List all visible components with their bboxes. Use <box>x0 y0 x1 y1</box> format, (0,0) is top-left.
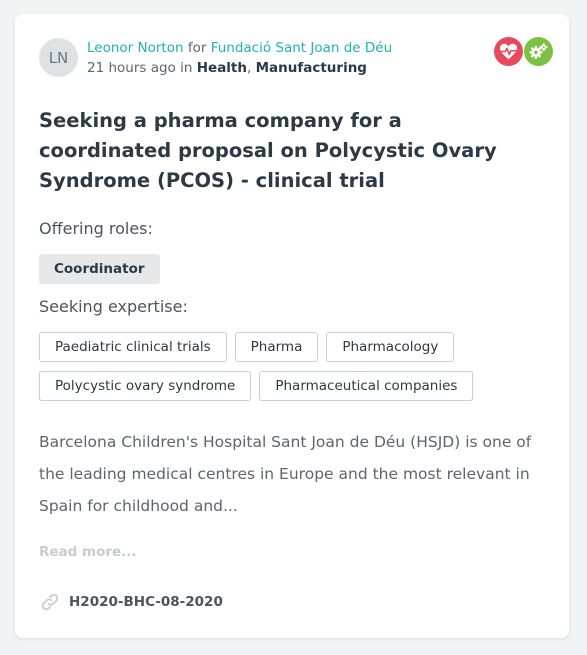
expertise-tag: Pharma <box>234 332 319 362</box>
gears-icon <box>529 43 548 59</box>
timestamp: 21 hours ago <box>87 60 176 76</box>
read-more-link[interactable]: Read more... <box>39 544 137 560</box>
category-badges <box>494 37 553 66</box>
category-health-link[interactable]: Health <box>197 60 247 76</box>
health-badge[interactable] <box>494 37 523 66</box>
author-line: Leonor Norton for Fundació Sant Joan de … <box>87 38 392 58</box>
card-header: LN Leonor Norton for Fundació Sant Joan … <box>39 37 553 78</box>
opportunity-title[interactable]: Seeking a pharma company for a coordinat… <box>39 106 529 196</box>
role-tag: Coordinator <box>39 254 160 284</box>
expertise-tags-row-1: Paediatric clinical trials Pharma Pharma… <box>39 332 455 362</box>
seeking-expertise-label: Seeking expertise: <box>39 297 188 316</box>
offering-roles-label: Offering roles: <box>39 219 153 238</box>
opportunity-card: LN Leonor Norton for Fundació Sant Joan … <box>15 14 569 638</box>
heart-pulse-icon <box>500 43 517 60</box>
author-name-link[interactable]: Leonor Norton <box>87 40 184 56</box>
organization-link[interactable]: Fundació Sant Joan de Déu <box>211 40 392 56</box>
in-text: in <box>180 60 193 76</box>
call-reference: H2020-BHC-08-2020 <box>39 592 223 612</box>
category-manufacturing-link[interactable]: Manufacturing <box>256 60 367 76</box>
expertise-tag: Paediatric clinical trials <box>39 332 227 362</box>
call-id[interactable]: H2020-BHC-08-2020 <box>69 594 223 610</box>
post-info-line: 21 hours ago in Health, Manufacturing <box>87 58 392 78</box>
expertise-tags-row-2: Polycystic ovary syndrome Pharmaceutical… <box>39 371 474 401</box>
category-separator: , <box>247 60 252 76</box>
author-meta: Leonor Norton for Fundació Sant Joan de … <box>87 38 392 78</box>
expertise-tag: Pharmaceutical companies <box>259 371 474 401</box>
opportunity-description: Barcelona Children's Hospital Sant Joan … <box>39 433 532 515</box>
expertise-tag: Pharmacology <box>326 332 455 362</box>
link-icon <box>41 593 59 611</box>
for-text: for <box>187 40 207 56</box>
avatar[interactable]: LN <box>39 38 78 77</box>
manufacturing-badge[interactable] <box>524 37 553 66</box>
expertise-tag: Polycystic ovary syndrome <box>39 371 252 401</box>
offering-roles-tags: Coordinator <box>39 254 160 284</box>
